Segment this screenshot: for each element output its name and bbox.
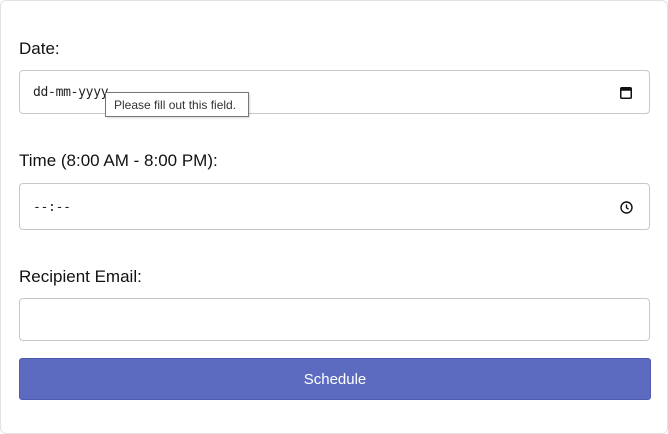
schedule-form: Date: dd-mm-yyyy Please fill out this fi… <box>0 0 668 434</box>
email-label: Recipient Email: <box>19 267 142 286</box>
date-value: dd-mm-yyyy <box>33 85 109 100</box>
time-label: Time (8:00 AM - 8:00 PM): <box>19 151 218 170</box>
email-input[interactable] <box>19 298 650 341</box>
clock-icon[interactable] <box>619 200 633 214</box>
calendar-icon[interactable] <box>619 85 633 99</box>
schedule-button[interactable]: Schedule <box>19 358 651 400</box>
date-label: Date: <box>19 39 60 58</box>
validation-tooltip: Please fill out this field. <box>105 92 249 117</box>
time-input[interactable]: --:-- <box>19 183 650 230</box>
time-value: --:-- <box>33 200 71 215</box>
